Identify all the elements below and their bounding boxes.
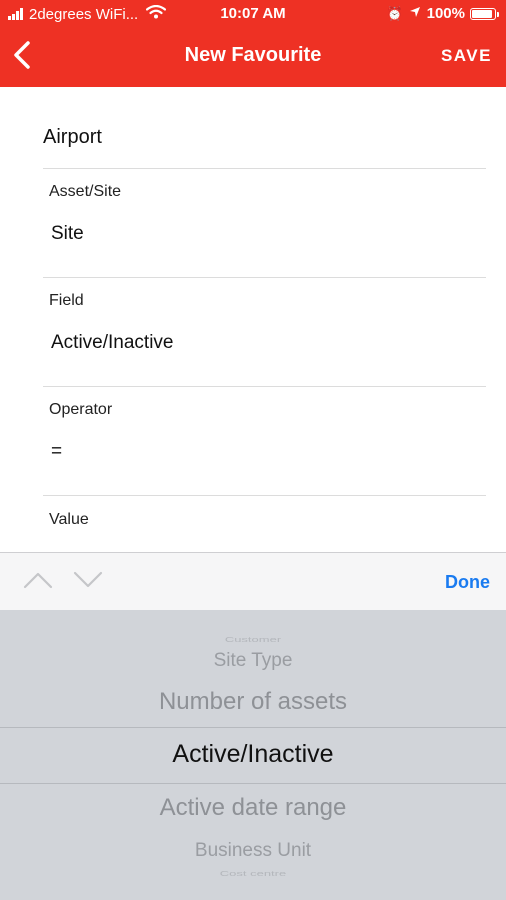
operator-select[interactable]: = xyxy=(51,441,62,463)
status-right: ⏰ 100% xyxy=(386,5,499,22)
divider xyxy=(43,495,486,496)
field-picker-wheel[interactable]: Customer Site Type Number of assets Acti… xyxy=(0,610,506,900)
done-button[interactable]: Done xyxy=(445,572,490,593)
picker-selection-bottom-line xyxy=(0,783,506,784)
location-arrow-icon xyxy=(409,6,421,21)
asset-site-label: Asset/Site xyxy=(49,183,122,200)
divider xyxy=(43,277,486,278)
picker-toolbar: Done xyxy=(0,552,506,610)
picker-option[interactable]: Customer xyxy=(0,635,506,643)
field-label: Field xyxy=(49,292,84,309)
picker-option[interactable]: Number of assets xyxy=(0,688,506,716)
top-bar: 2degrees WiFi... 10:07 AM ⏰ 100% New Fav… xyxy=(0,0,506,87)
alarm-clock-icon: ⏰ xyxy=(386,5,403,21)
operator-label: Operator xyxy=(49,401,113,418)
picker-option[interactable]: Active date range xyxy=(0,794,506,822)
chevron-down-icon xyxy=(73,571,103,588)
battery-percent: 100% xyxy=(426,5,465,22)
navigation-bar: New Favourite SAVE xyxy=(0,28,506,87)
favourite-name-field[interactable]: Airport xyxy=(43,126,102,149)
value-label: Value xyxy=(49,511,89,528)
picker-option[interactable]: Business Unit xyxy=(0,840,506,862)
favourite-form: Airport Asset/Site Site Field Active/Ina… xyxy=(0,87,506,552)
asset-site-select[interactable]: Site xyxy=(51,223,84,245)
battery-icon xyxy=(470,7,499,20)
page-title: New Favourite xyxy=(184,44,322,66)
picker-selection-top-line xyxy=(0,727,506,728)
divider xyxy=(43,386,486,387)
status-bar: 2degrees WiFi... 10:07 AM ⏰ 100% xyxy=(0,0,506,28)
previous-field-button[interactable] xyxy=(22,569,54,591)
next-field-button[interactable] xyxy=(72,569,104,591)
battery-level xyxy=(472,9,492,18)
divider xyxy=(43,168,486,169)
chevron-up-icon xyxy=(23,572,53,589)
picker-option[interactable]: Cost centre xyxy=(0,869,506,877)
picker-option-selected[interactable]: Active/Inactive xyxy=(0,740,506,769)
save-button[interactable]: SAVE xyxy=(441,46,492,66)
field-select[interactable]: Active/Inactive xyxy=(51,332,174,354)
picker-option[interactable]: Site Type xyxy=(0,650,506,672)
